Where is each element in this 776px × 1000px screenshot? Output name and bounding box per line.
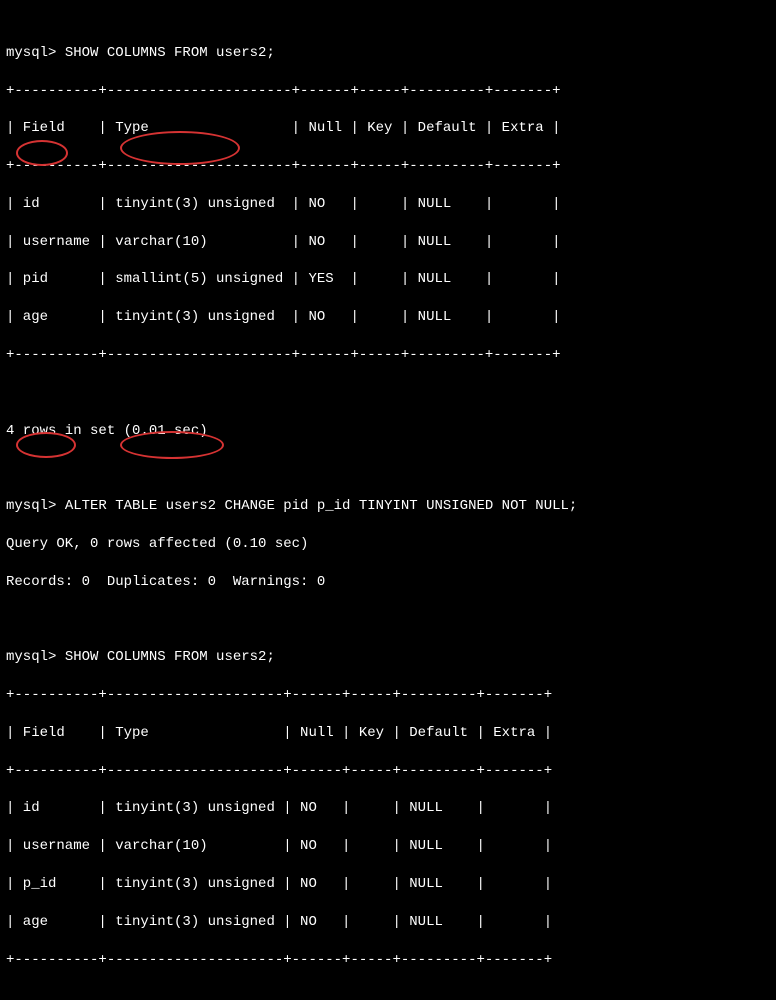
table1-row-username: | username | varchar(10) | NO | | NULL |… — [6, 234, 561, 250]
prompt-3[interactable]: mysql> SHOW COLUMNS FROM users2; — [6, 649, 275, 665]
table2-border-top: +----------+---------------------+------… — [6, 687, 552, 703]
table1-row-age: | age | tinyint(3) unsigned | NO | | NUL… — [6, 309, 561, 325]
table1-row-id: | id | tinyint(3) unsigned | NO | | NULL… — [6, 196, 561, 212]
result-2a: Query OK, 0 rows affected (0.10 sec) — [6, 536, 308, 552]
table2-border-mid: +----------+---------------------+------… — [6, 763, 552, 779]
table2-row-age: | age | tinyint(3) unsigned | NO | | NUL… — [6, 914, 552, 930]
result-2b: Records: 0 Duplicates: 0 Warnings: 0 — [6, 574, 325, 590]
table1-header: | Field | Type | Null | Key | Default | … — [6, 120, 561, 136]
table2-row-username: | username | varchar(10) | NO | | NULL |… — [6, 838, 552, 854]
table2-border-bottom: +----------+---------------------+------… — [6, 952, 552, 968]
table2-row-pid: | p_id | tinyint(3) unsigned | NO | | NU… — [6, 876, 552, 892]
table1-row-pid: | pid | smallint(5) unsigned | YES | | N… — [6, 271, 561, 287]
table2-row-id: | id | tinyint(3) unsigned | NO | | NULL… — [6, 800, 552, 816]
table1-border-bottom: +----------+----------------------+-----… — [6, 347, 561, 363]
result-1: 4 rows in set (0.01 sec) — [6, 423, 208, 439]
prompt-2[interactable]: mysql> ALTER TABLE users2 CHANGE pid p_i… — [6, 498, 577, 514]
table1-border-top: +----------+----------------------+-----… — [6, 83, 561, 99]
table2-header: | Field | Type | Null | Key | Default | … — [6, 725, 552, 741]
prompt-1[interactable]: mysql> SHOW COLUMNS FROM users2; — [6, 45, 275, 61]
table1-border-mid: +----------+----------------------+-----… — [6, 158, 561, 174]
